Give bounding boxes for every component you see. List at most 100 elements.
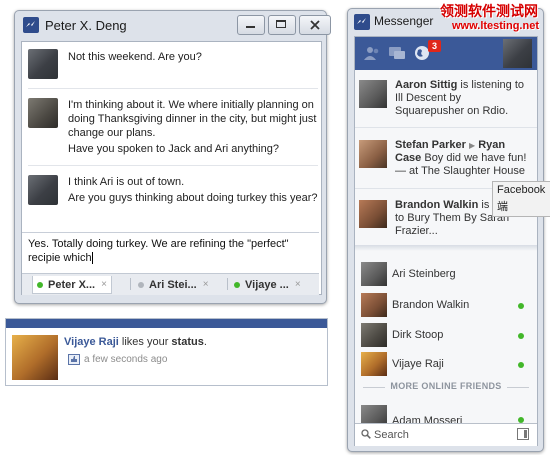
- notification-actor[interactable]: Vijaye Raji: [64, 336, 119, 348]
- messenger-window: Messenger 3 Aaron Sittig is listening to…: [347, 8, 544, 452]
- message-text: Not this weekend. Are you?: [68, 51, 202, 63]
- avatar[interactable]: [503, 39, 532, 68]
- message-text: I think Ari is out of town.: [68, 176, 185, 188]
- message-text: doing Thanksgiving dinner in the city, b…: [68, 113, 317, 125]
- notification-time: a few seconds ago: [84, 354, 168, 365]
- friend-name: Vijaye Raji: [392, 358, 444, 370]
- arrow-icon: ▶: [469, 141, 476, 150]
- compose-line: Yes. Totally doing turkey. We are refini…: [28, 238, 289, 250]
- friend-row[interactable]: Ari Steinberg: [355, 260, 537, 288]
- avatar[interactable]: [12, 335, 58, 380]
- avatar[interactable]: [361, 293, 387, 317]
- chat-tabs: Peter X... × Ari Stei... × Vijaye ... ×: [22, 273, 319, 295]
- window-controls: [237, 15, 331, 35]
- friend-name: Brandon Walkin: [392, 299, 470, 311]
- message: I think Ari is out of town. Are you guys…: [22, 169, 321, 209]
- messenger-panel: 3 Aaron Sittig is listening to Ill Desce…: [354, 36, 538, 446]
- minimize-icon: [246, 26, 255, 28]
- tab-close-icon[interactable]: ×: [295, 279, 301, 290]
- text-caret: [91, 252, 93, 265]
- divider: [28, 165, 318, 166]
- search-input[interactable]: Search: [374, 429, 409, 441]
- tab-peter[interactable]: Peter X... ×: [32, 276, 112, 294]
- ticker-name[interactable]: Aaron Sittig: [395, 79, 457, 91]
- message-text: change our plans.: [68, 127, 156, 139]
- avatar[interactable]: [359, 140, 387, 168]
- friend-row[interactable]: Dirk Stoop: [355, 321, 537, 349]
- message-list[interactable]: Not this weekend. Are you? I'm thinking …: [22, 42, 321, 232]
- avatar[interactable]: [361, 262, 387, 286]
- tab-close-icon[interactable]: ×: [203, 279, 209, 290]
- message: I'm thinking about it. We where initiall…: [22, 92, 321, 160]
- tab-label: Peter X...: [48, 278, 96, 291]
- ticker-item[interactable]: Aaron Sittig is listening to Ill Descent…: [355, 70, 537, 117]
- ticker-name[interactable]: Stefan Parker: [395, 139, 466, 151]
- maximize-button[interactable]: [268, 15, 296, 35]
- tab-separator: [227, 278, 228, 290]
- friend-name: Adam Mosseri: [392, 415, 463, 423]
- divider: [507, 387, 529, 388]
- avatar[interactable]: [361, 405, 387, 423]
- compose-line: recipie which: [28, 251, 313, 265]
- online-dot: [518, 362, 524, 368]
- tab-vijaye[interactable]: Vijaye ... ×: [234, 276, 301, 293]
- avatar[interactable]: [361, 323, 387, 347]
- friend-row[interactable]: Adam Mosseri: [355, 401, 537, 423]
- avatar[interactable]: [28, 49, 58, 79]
- close-button[interactable]: [299, 15, 331, 35]
- online-dot: [234, 281, 240, 288]
- compose-line-text: recipie which: [28, 252, 92, 264]
- watermark-url: www.ltesting.net: [452, 20, 539, 32]
- friend-search-bar[interactable]: Search: [355, 423, 537, 446]
- messenger-title: Messenger: [374, 14, 434, 28]
- friend-name: Dirk Stoop: [392, 329, 444, 341]
- avatar[interactable]: [359, 80, 387, 108]
- friend-row[interactable]: Brandon Walkin: [355, 291, 537, 319]
- divider: [28, 88, 318, 89]
- tab-ari[interactable]: Ari Stei... ×: [138, 276, 209, 293]
- message-text: Are you guys thinking about doing turkey…: [68, 192, 318, 204]
- messages-icon[interactable]: [388, 45, 406, 61]
- message: Not this weekend. Are you?: [22, 42, 321, 84]
- ticker-item[interactable]: Stefan Parker ▶ Ryan Case Boy did we hav…: [355, 128, 537, 188]
- chat-body: Not this weekend. Are you? I'm thinking …: [21, 41, 322, 295]
- jewel-bar: 3: [355, 37, 537, 70]
- messenger-logo-icon: [23, 17, 39, 33]
- online-dot: [37, 281, 43, 288]
- watermark-title: 领测软件测试网: [440, 3, 538, 19]
- like-thumb-icon: [68, 354, 80, 365]
- offline-dot: [138, 281, 144, 288]
- ticker-name[interactable]: Brandon Walkin: [395, 199, 478, 211]
- notification-verb: likes your: [118, 336, 172, 348]
- ticker-text: Stefan Parker ▶ Ryan Case Boy did we hav…: [395, 139, 533, 178]
- ticker[interactable]: Aaron Sittig is listening to Ill Descent…: [355, 70, 537, 245]
- ticker-shadow: [355, 245, 537, 251]
- avatar[interactable]: [28, 98, 58, 128]
- notification-header-bar: [6, 319, 327, 328]
- friend-requests-icon[interactable]: [363, 45, 381, 61]
- chat-titlebar[interactable]: Peter X. Deng: [15, 11, 331, 39]
- friend-row[interactable]: Vijaye Raji: [355, 350, 537, 378]
- notification-card[interactable]: Vijaye Raji likes your status. a few sec…: [5, 318, 328, 386]
- tooltip: Facebook 端: [492, 181, 550, 217]
- message-text: Have you spoken to Jack and Ari anything…: [68, 143, 279, 155]
- avatar[interactable]: [359, 200, 387, 228]
- message-text: I'm thinking about it. We where initiall…: [68, 99, 314, 111]
- messenger-logo-icon: [354, 14, 370, 30]
- avatar[interactable]: [361, 352, 387, 376]
- message-input[interactable]: Yes. Totally doing turkey. We are refini…: [22, 232, 319, 268]
- minimize-button[interactable]: [237, 15, 265, 35]
- dock-sidebar-icon[interactable]: [517, 428, 529, 440]
- notification-text: Vijaye Raji likes your status.: [64, 336, 207, 348]
- tab-close-icon[interactable]: ×: [101, 279, 107, 290]
- more-online-friends-heading: MORE ONLINE FRIENDS: [390, 381, 502, 391]
- avatar[interactable]: [28, 175, 58, 205]
- tooltip-text: Facebook: [497, 184, 546, 196]
- notification-count-badge: 3: [428, 40, 441, 52]
- tab-label: Ari Stei...: [149, 278, 197, 291]
- notification-object[interactable]: status: [171, 336, 203, 348]
- friend-name: Ari Steinberg: [392, 268, 456, 280]
- tooltip-text: 端: [497, 201, 508, 213]
- tab-label: Vijaye ...: [245, 278, 289, 291]
- notification-punct: .: [203, 336, 207, 348]
